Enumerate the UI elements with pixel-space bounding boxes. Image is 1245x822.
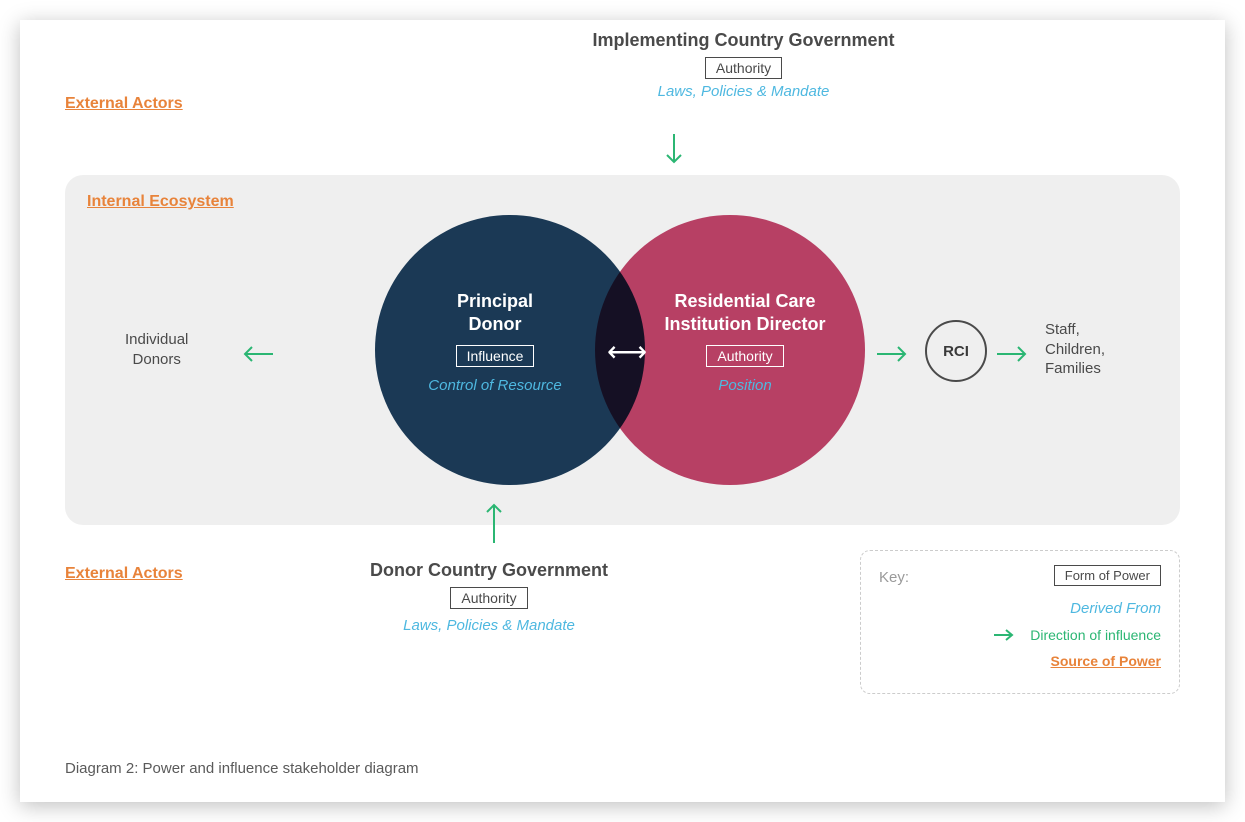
legend-box: Key: Form of Power Derived From Directio… <box>860 550 1180 694</box>
arrow-up-icon <box>482 495 506 545</box>
rci-director-title-1: Residential Care <box>674 291 815 311</box>
key-derived-from: Derived From <box>1070 600 1161 617</box>
key-source-of-power: Source of Power <box>1051 653 1161 669</box>
key-arrow-icon <box>992 627 1018 643</box>
internal-ecosystem-box: Internal Ecosystem Principal Donor Influ… <box>65 175 1180 525</box>
implementing-gov-derived: Laws, Policies & Mandate <box>593 83 895 100</box>
arrow-right-to-staff-icon <box>995 342 1035 366</box>
diagram-caption: Diagram 2: Power and influence stakehold… <box>65 760 419 777</box>
rci-director-title-2: Institution Director <box>665 314 826 334</box>
staff-text: Staff, Children, Families <box>1045 321 1105 377</box>
bidirectional-arrow-icon: ⟷ <box>607 335 647 368</box>
internal-ecosystem-label: Internal Ecosystem <box>87 193 1158 211</box>
key-label: Key: <box>879 569 909 586</box>
key-form-of-power: Form of Power <box>1054 565 1161 586</box>
rci-director-content: Residential Care Institution Director Au… <box>645 290 845 394</box>
implementing-gov-power: Authority <box>705 57 782 79</box>
principal-donor-derived: Control of Resource <box>395 377 595 394</box>
key-direction: Direction of influence <box>1030 627 1161 643</box>
rci-director-derived: Position <box>645 377 845 394</box>
individual-donors-label: Individual Donors <box>125 330 188 369</box>
principal-donor-title-2: Donor <box>469 314 522 334</box>
external-actors-label-bottom: External Actors <box>65 565 183 583</box>
principal-donor-title-1: Principal <box>457 291 533 311</box>
donor-gov-derived: Laws, Policies & Mandate <box>370 617 608 634</box>
arrow-down-icon <box>662 132 686 172</box>
diagram-frame: External Actors Implementing Country Gov… <box>20 20 1225 802</box>
donor-gov-block: Donor Country Government Authority Laws,… <box>370 560 608 634</box>
principal-donor-content: Principal Donor Influence Control of Res… <box>395 290 595 394</box>
implementing-gov-title: Implementing Country Government <box>593 30 895 51</box>
staff-children-families-label: Staff, Children, Families <box>1045 320 1105 379</box>
rci-director-title: Residential Care Institution Director <box>645 290 845 337</box>
arrow-left-icon <box>235 342 275 366</box>
donor-gov-title: Donor Country Government <box>370 560 608 581</box>
principal-donor-power: Influence <box>456 345 535 367</box>
rci-node: RCI <box>925 320 987 382</box>
implementing-gov-block: Implementing Country Government Authorit… <box>593 30 895 100</box>
principal-donor-title: Principal Donor <box>395 290 595 337</box>
individual-donors-text: Individual Donors <box>125 331 188 368</box>
external-actors-label-top: External Actors <box>65 95 183 113</box>
rci-director-power: Authority <box>706 345 783 367</box>
donor-gov-power: Authority <box>450 587 527 609</box>
rci-text: RCI <box>943 343 969 360</box>
arrow-right-to-rci-icon <box>875 342 915 366</box>
